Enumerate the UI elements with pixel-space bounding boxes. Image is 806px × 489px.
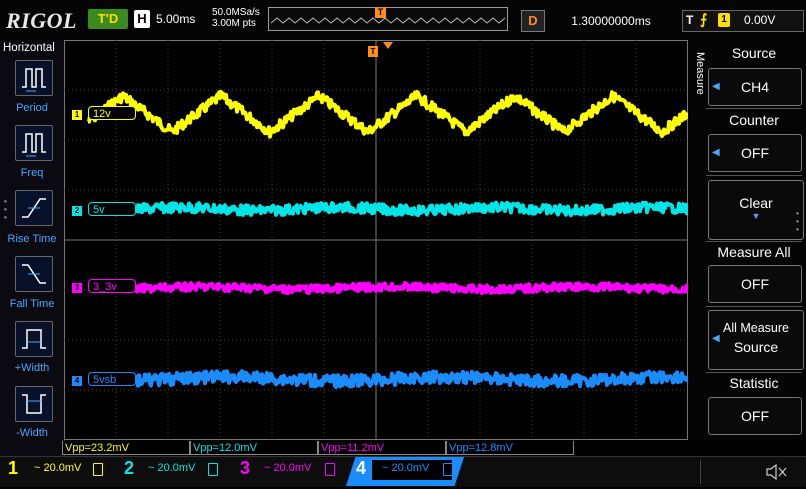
pos-width-button[interactable] — [15, 321, 53, 357]
sample-rate: 50.0MSa/s — [212, 7, 260, 18]
menu-divider — [706, 241, 802, 242]
freq-label: Freq — [20, 167, 44, 179]
menu-divider — [706, 175, 802, 176]
ch2-number: 2 — [124, 458, 135, 478]
ch1-ground-marker[interactable]: 1 — [72, 110, 82, 120]
waveform-trace — [134, 280, 688, 296]
submenu-arrow-icon: ▼ — [751, 211, 761, 221]
ch4-ground-marker[interactable]: 4 — [72, 376, 82, 386]
pos-width-label: +Width — [14, 362, 50, 374]
scroll-dots-icon: • • • — [4, 197, 7, 222]
memory-depth: 3.00M pts — [212, 18, 256, 29]
trigger-level: 0.00V — [744, 13, 776, 27]
ch2-scale: ~ 20.0mV — [148, 462, 196, 474]
ch2-bandwidth-icon — [208, 463, 218, 476]
fall-time-button[interactable] — [15, 256, 53, 292]
fall-time-icon — [22, 264, 46, 284]
all-measure-label: All Measure — [723, 321, 789, 335]
speaker-muted-icon — [766, 463, 787, 481]
waveform-display[interactable] — [64, 40, 688, 440]
ch4-bandwidth-icon — [443, 463, 453, 476]
pos-width-icon — [22, 329, 46, 349]
trigger-source: 1 — [718, 13, 730, 27]
counter-label: Counter — [729, 112, 779, 128]
cycle-arrow-icon: ◀ — [712, 147, 720, 158]
delay-value[interactable]: 1.30000000ms — [546, 11, 676, 31]
memory-overview-waveform — [270, 17, 506, 24]
ch4-label[interactable]: 5vsb — [88, 372, 136, 386]
statistic-value: OFF — [741, 408, 769, 424]
ch3-label[interactable]: 3_3v — [88, 279, 136, 293]
cycle-arrow-icon: ◀ — [712, 333, 720, 344]
source-select[interactable]: ◀ CH4 — [708, 68, 802, 106]
neg-width-icon — [22, 394, 46, 414]
measurement-ch4-vpp[interactable]: Vpp=12.8mV — [446, 441, 574, 455]
ch1-label[interactable]: 12v — [88, 106, 136, 120]
source-label: Source — [731, 45, 777, 61]
neg-width-button[interactable] — [15, 386, 53, 422]
left-panel-title: Horizontal — [3, 42, 55, 54]
statistic-label: Statistic — [729, 375, 779, 391]
waveform-trace — [87, 89, 688, 139]
rising-edge-icon: ⨍ — [700, 11, 708, 27]
trigger-time-marker-icon[interactable] — [383, 42, 393, 49]
fall-time-label: Fall Time — [9, 298, 55, 310]
all-measure-source-button[interactable]: ◀ All Measure Source — [708, 310, 804, 370]
ch2-ground-marker[interactable]: 2 — [72, 206, 82, 216]
rise-time-label: Rise Time — [7, 233, 57, 245]
rise-time-icon — [22, 198, 46, 218]
menu-title: Measure — [694, 52, 706, 95]
freq-button[interactable] — [15, 125, 53, 161]
ch3-bandwidth-icon — [325, 463, 335, 476]
timebase-value[interactable]: 5.00ms — [156, 12, 195, 26]
measure-all-label: Measure All — [717, 244, 791, 260]
cycle-arrow-icon: ◀ — [712, 81, 720, 92]
period-button[interactable] — [15, 60, 53, 96]
rise-time-button[interactable] — [15, 190, 53, 226]
sound-toggle[interactable] — [700, 460, 797, 484]
period-label: Period — [16, 102, 48, 114]
ch1-scale: ~ 20.0mV — [34, 462, 82, 474]
period-icon — [22, 68, 46, 92]
ch3-ground-marker[interactable]: 3 — [72, 283, 82, 293]
ch1-number: 1 — [8, 458, 19, 478]
freq-icon — [22, 133, 46, 157]
clear-button[interactable]: Clear ▼ — [708, 180, 804, 240]
waveform-traces — [87, 89, 688, 389]
measurement-ch2-vpp[interactable]: Vpp=12.0mV — [190, 441, 318, 455]
trigger-position-marker[interactable]: T — [375, 7, 386, 18]
scroll-dots-icon: • • • — [796, 209, 799, 234]
run-state-badge[interactable]: T'D — [88, 9, 128, 29]
ch4-scale: ~ 20.0mV — [382, 462, 430, 474]
all-measure-source-label: Source — [733, 339, 779, 355]
menu-divider — [706, 306, 802, 307]
clear-label: Clear — [739, 195, 773, 211]
waveform-trace — [134, 200, 688, 218]
delay-key: D — [521, 10, 545, 32]
brand-logo: RIGOL — [6, 8, 77, 33]
trigger-key: T — [686, 13, 694, 27]
ch3-scale: ~ 20.0mV — [264, 462, 312, 474]
counter-toggle[interactable]: ◀ OFF — [708, 134, 802, 172]
ch1-bandwidth-icon — [93, 463, 103, 476]
neg-width-label: -Width — [16, 427, 48, 439]
menu-divider — [706, 108, 802, 109]
measure-all-value: OFF — [741, 276, 769, 292]
measurement-ch3-vpp[interactable]: Vpp=11.2mV — [318, 441, 446, 455]
statistic-toggle[interactable]: OFF — [708, 397, 802, 435]
acquisition-info: 50.0MSa/s 3.00M pts — [212, 7, 260, 29]
counter-value: OFF — [741, 145, 769, 161]
trigger-marker-label: T — [368, 46, 378, 57]
ch2-label[interactable]: 5v — [88, 202, 136, 216]
measurement-ch1-vpp[interactable]: Vpp=23.2mV — [62, 441, 190, 455]
ch3-number: 3 — [240, 458, 251, 478]
timebase-key: H — [134, 10, 150, 28]
measure-all-toggle[interactable]: OFF — [708, 265, 802, 303]
menu-divider — [706, 372, 802, 373]
waveform-trace — [134, 369, 688, 389]
ch4-number: 4 — [356, 458, 367, 478]
memory-overview-strip[interactable] — [268, 7, 508, 31]
source-value: CH4 — [740, 79, 769, 95]
